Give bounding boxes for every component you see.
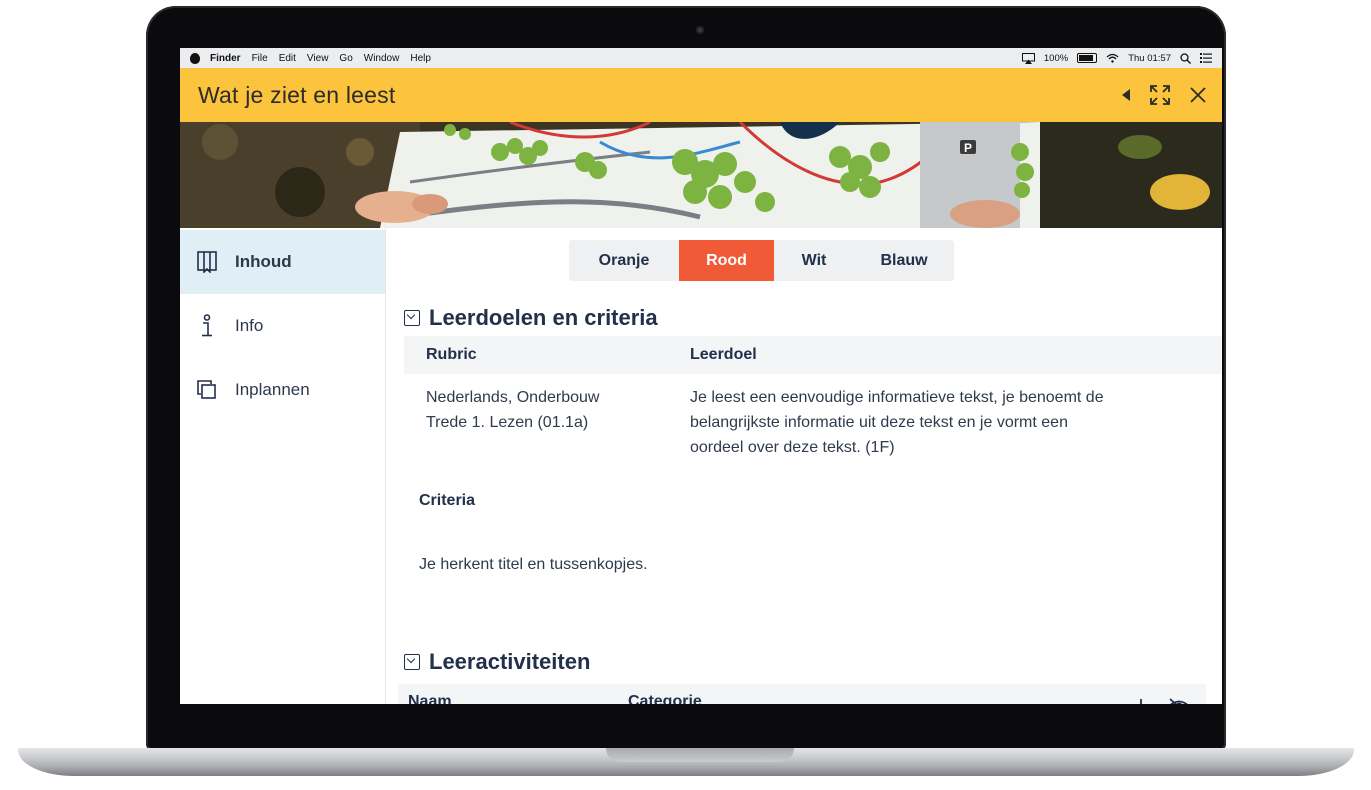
close-icon[interactable] [1190,87,1206,103]
leeractiviteiten-heading[interactable]: Leeractiviteiten [404,649,590,675]
sidebar-item-info[interactable]: Info [180,294,385,358]
title-bar-tools [1122,68,1206,122]
battery-icon[interactable] [1077,53,1098,63]
sidebar-item-inplannen[interactable]: Inplannen [180,358,385,422]
spotlight-search-icon[interactable] [1180,52,1191,64]
wifi-icon[interactable] [1106,53,1119,63]
column-header-leerdoel: Leerdoel [690,346,757,363]
rubric-cell: Nederlands, Onderbouw Trede 1. Lezen (01… [426,385,599,435]
sidebar-item-label: Info [235,316,264,335]
menu-view[interactable]: View [307,53,329,64]
menu-file[interactable]: File [252,53,268,64]
rubric-line: Nederlands, Onderbouw [426,389,600,406]
menu-help[interactable]: Help [410,53,431,64]
laptop-notch [606,748,794,762]
collapse-left-icon[interactable] [1122,89,1130,101]
hero-image: P [180,122,1222,228]
column-header-categorie: Categorie [628,693,702,704]
column-header-naam: Naam [408,693,452,704]
collapse-checkbox-icon[interactable] [404,310,420,326]
notification-list-icon[interactable] [1200,53,1212,63]
svg-text:P: P [964,141,972,155]
menu-edit[interactable]: Edit [279,53,296,64]
eye-off-icon[interactable] [1166,698,1192,704]
main-content: Oranje Rood Wit Blauw Leerdoelen en crit… [386,228,1222,704]
leeractiviteiten-actions [1132,698,1192,704]
tab-wit[interactable]: Wit [774,240,854,281]
leeractiviteiten-table-header: Naam Categorie [398,684,1206,704]
collapse-checkbox-icon[interactable] [404,654,420,670]
leeractiviteiten-title: Leeractiviteiten [429,649,591,674]
clock[interactable]: Thu 01:57 [1128,53,1171,64]
leerdoelen-table-header: Rubric Leerdoel [404,336,1222,374]
sidebar-item-label: Inplannen [235,380,310,399]
leerdoel-line: oordeel over deze tekst. (1F) [690,439,895,456]
battery-percentage: 100% [1043,52,1069,64]
tab-oranje[interactable]: Oranje [569,240,679,281]
tab-rood[interactable]: Rood [679,240,774,281]
sidebar-item-inhoud[interactable]: Inhoud [180,230,385,294]
criteria-heading: Criteria [419,492,476,509]
rubric-line: Trede 1. Lezen (01.1a) [426,414,589,431]
leerdoelen-heading[interactable]: Leerdoelen en criteria [404,305,658,331]
copy-icon [196,379,218,401]
book-icon [196,251,218,273]
sidebar: Inhoud Info Inplannen [180,228,386,704]
apple-icon[interactable] [190,52,200,64]
screen: Finder File Edit View Go Window Help 100… [180,48,1222,704]
menu-go[interactable]: Go [339,53,352,64]
sidebar-item-label: Inhoud [235,252,292,271]
leerdoel-line: Je leest een eenvoudige informatieve tek… [690,389,1104,406]
map-photo: P [180,122,1222,228]
menu-finder[interactable]: Finder [210,53,241,64]
camera-icon [696,26,704,34]
leerdoel-line: belangrijkste informatie uit deze tekst … [690,414,1068,431]
add-icon[interactable] [1132,698,1150,704]
title-bar: Wat je ziet en leest [180,68,1222,122]
tab-blauw[interactable]: Blauw [854,240,954,281]
menu-bar: Finder File Edit View Go Window Help 100… [180,48,1222,68]
criteria-text: Je herkent titel en tussenkopjes. [419,556,648,573]
color-tabs: Oranje Rood Wit Blauw [569,240,954,281]
info-icon [196,314,218,337]
page-title: Wat je ziet en leest [198,81,396,108]
menu-window[interactable]: Window [364,53,400,64]
leerdoel-cell: Je leest een eenvoudige informatieve tek… [690,385,1104,460]
fullscreen-icon[interactable] [1150,85,1170,105]
column-header-rubric: Rubric [426,346,477,363]
leerdoelen-title: Leerdoelen en criteria [429,305,658,330]
menu-bar-status: 100% Thu 01:57 [1021,48,1212,68]
airplay-icon[interactable] [1021,52,1035,64]
